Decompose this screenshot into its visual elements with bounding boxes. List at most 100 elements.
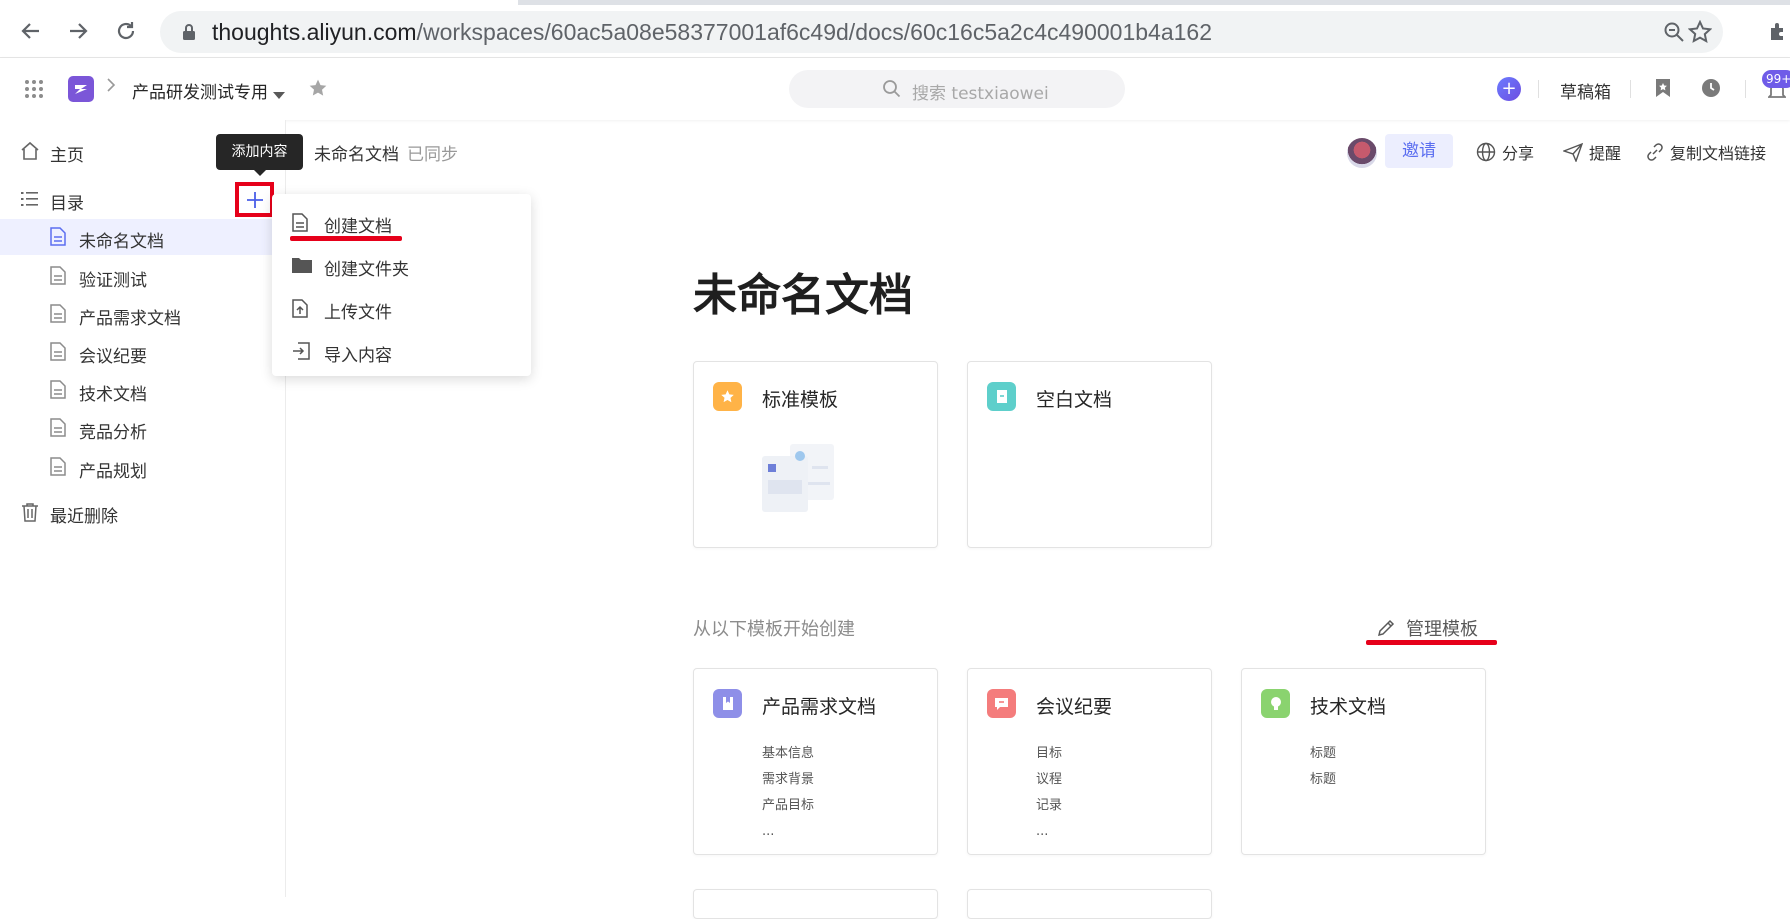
- document-icon: [50, 380, 66, 403]
- card-outline: 标题 标题: [1310, 741, 1336, 793]
- menu-item-upload-file[interactable]: 上传文件: [272, 290, 531, 326]
- drafts-button[interactable]: 草稿箱: [1560, 78, 1611, 103]
- app-header: 产品研发测试专用 搜索 testxiaowei + 草稿箱 99+: [0, 58, 1790, 120]
- globe-icon: [1476, 142, 1496, 162]
- divider: [1538, 80, 1539, 98]
- bookmark-star-icon[interactable]: [1688, 11, 1712, 53]
- annotation-underline: [290, 236, 402, 241]
- outline-line: ...: [1036, 824, 1049, 839]
- url-host: thoughts.aliyun.com: [212, 19, 417, 45]
- plus-icon: [246, 191, 263, 208]
- sidebar-doc-item[interactable]: 会议纪要: [0, 334, 286, 370]
- standard-template-card[interactable]: 标准模板: [693, 361, 938, 548]
- sidebar-doc-item[interactable]: 产品规划: [0, 449, 286, 485]
- sidebar-doc-label: 产品规划: [79, 462, 147, 482]
- extensions-icon[interactable]: [1766, 14, 1790, 48]
- outline-line: 记录: [1036, 798, 1063, 813]
- template-card-meeting[interactable]: 会议纪要 目标 议程 记录 ...: [967, 668, 1212, 855]
- template-card-partial[interactable]: [967, 889, 1212, 919]
- bookmark-icon[interactable]: [1654, 78, 1672, 102]
- doc-breadcrumb-title[interactable]: 未命名文档: [314, 145, 399, 165]
- sidebar-doc-label: 未命名文档: [79, 232, 164, 252]
- outline-line: 产品目标: [762, 798, 815, 813]
- blank-doc-card[interactable]: 空白文档: [967, 361, 1212, 548]
- document-icon: [292, 213, 308, 236]
- copy-link-label: 复制文档链接: [1670, 144, 1767, 163]
- template-card-partial[interactable]: [693, 889, 938, 919]
- share-button[interactable]: 分享: [1476, 140, 1534, 164]
- outline-line: 基本信息: [762, 746, 815, 761]
- templates-section-title: 从以下模板开始创建: [693, 619, 855, 640]
- divider: [1630, 80, 1631, 98]
- star-icon[interactable]: [308, 78, 328, 102]
- invite-button[interactable]: 邀请: [1385, 134, 1453, 168]
- star-icon: [713, 382, 742, 411]
- document-icon: [50, 266, 66, 289]
- menu-item-import-content[interactable]: 导入内容: [272, 333, 531, 369]
- app-logo[interactable]: [68, 76, 94, 102]
- copy-link-button[interactable]: 复制文档链接: [1646, 140, 1766, 164]
- manage-templates-label: 管理模板: [1406, 619, 1478, 640]
- add-content-menu: 创建文档 创建文件夹 上传文件 导入内容: [272, 194, 531, 376]
- sidebar-item-label: 目录: [50, 194, 84, 214]
- sidebar-item-label: 最近删除: [50, 507, 118, 527]
- caret-down-icon[interactable]: [273, 85, 285, 104]
- sidebar-doc-item[interactable]: 产品需求文档: [0, 296, 286, 332]
- active-tab[interactable]: [0, 0, 518, 5]
- search-input[interactable]: 搜索 testxiaowei: [789, 70, 1125, 108]
- address-bar[interactable]: thoughts.aliyun.com/workspaces/60ac5a08e…: [160, 11, 1723, 53]
- forward-icon[interactable]: [61, 14, 95, 48]
- url-path: /workspaces/60ac5a08e58377001af6c49d/doc…: [416, 19, 1212, 45]
- manage-templates-button[interactable]: 管理模板: [1376, 615, 1478, 641]
- import-icon: [292, 342, 310, 364]
- avatar[interactable]: [1347, 138, 1377, 168]
- apps-grid-icon[interactable]: [24, 79, 44, 103]
- remind-button[interactable]: 提醒: [1563, 140, 1621, 164]
- document-title[interactable]: 未命名文档: [693, 259, 913, 323]
- prd-template-icon: [713, 689, 742, 718]
- back-icon[interactable]: [14, 14, 48, 48]
- outline-line: ...: [762, 824, 775, 839]
- sidebar-doc-item[interactable]: 未命名文档: [0, 219, 286, 255]
- sidebar-doc-item[interactable]: 竞品分析: [0, 410, 286, 446]
- menu-item-create-folder[interactable]: 创建文件夹: [272, 247, 531, 283]
- sidebar-doc-item[interactable]: 技术文档: [0, 372, 286, 408]
- menu-item-label: 导入内容: [324, 346, 392, 366]
- template-card-prd[interactable]: 产品需求文档 基本信息 需求背景 产品目标 ...: [693, 668, 938, 855]
- list-icon: [20, 189, 40, 213]
- outline-line: 需求背景: [762, 772, 815, 787]
- document-icon: [50, 304, 66, 327]
- card-title: 产品需求文档: [762, 696, 877, 718]
- divider: [1745, 80, 1746, 98]
- document-icon: [50, 227, 66, 250]
- chevron-right-icon: [106, 77, 116, 98]
- remind-label: 提醒: [1589, 144, 1622, 163]
- browser-toolbar: thoughts.aliyun.com/workspaces/60ac5a08e…: [0, 0, 1790, 58]
- link-icon: [1647, 143, 1663, 161]
- sidebar-doc-label: 产品需求文档: [79, 309, 181, 329]
- workspace-name[interactable]: 产品研发测试专用: [132, 78, 268, 103]
- sidebar-doc-item[interactable]: 验证测试: [0, 258, 286, 294]
- reload-icon[interactable]: [109, 14, 143, 48]
- folder-icon: [292, 256, 312, 277]
- sidebar-doc-label: 会议纪要: [79, 347, 147, 367]
- sidebar-item-trash[interactable]: 最近删除: [0, 494, 286, 530]
- sidebar-doc-label: 验证测试: [79, 271, 147, 291]
- history-clock-icon[interactable]: [1701, 78, 1721, 102]
- add-content-button[interactable]: [235, 182, 274, 217]
- menu-item-create-doc[interactable]: 创建文档: [272, 204, 531, 240]
- card-outline: 目标 议程 记录 ...: [1036, 741, 1062, 845]
- sidebar-doc-label: 技术文档: [79, 385, 147, 405]
- upload-icon: [292, 299, 308, 322]
- pencil-icon: [1377, 619, 1395, 637]
- zoom-icon[interactable]: [1663, 11, 1685, 53]
- create-plus-button[interactable]: +: [1497, 77, 1521, 101]
- search-icon: [882, 79, 902, 103]
- template-card-tech[interactable]: 技术文档 标题 标题: [1241, 668, 1486, 855]
- blank-doc-icon: [987, 382, 1016, 411]
- lock-icon: [182, 23, 196, 45]
- sidebar: 主页 目录 未命名文档 验证测试 产品需求文档 会议纪要 技术文档 竞品分析 产…: [0, 120, 286, 897]
- document-icon: [50, 342, 66, 365]
- card-title: 会议纪要: [1036, 696, 1113, 718]
- browser-tab-strip: [0, 0, 1790, 5]
